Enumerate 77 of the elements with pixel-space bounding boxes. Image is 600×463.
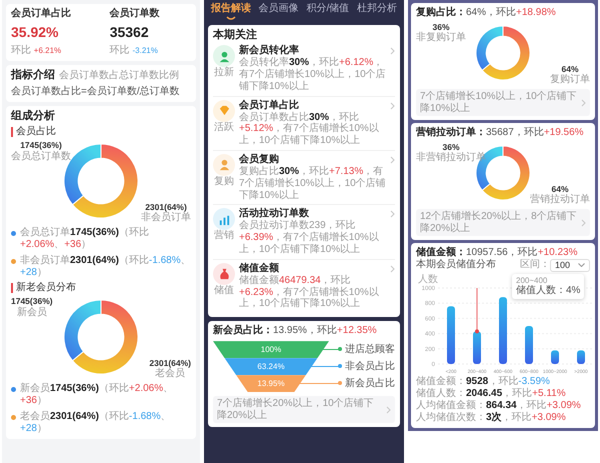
item-title: 新会员转化率 [239, 45, 300, 56]
item-description: 复购占比30%，环比+7.13%，有7个店铺增长10%以上，10个店铺下降10%以上 [239, 166, 386, 202]
item-title: 活动拉动订单数 [239, 208, 310, 220]
intro-title: 指标介绍 [11, 68, 55, 82]
metric-label: 会员订单占比 [11, 8, 72, 20]
tab-indicator [226, 16, 236, 20]
stat-line: 储值人数：2046.45，环比+5.11% [416, 388, 567, 400]
legend-text: 非会员订单2301(64%)（环比-1.68%、 +28） [20, 255, 191, 280]
chevron-icon [386, 406, 391, 414]
chart-label: 2301(64%) 非会员订单 [141, 202, 191, 224]
icon-label: 复购 [214, 176, 234, 188]
chart-label: 36% 非复购订单 [416, 23, 466, 44]
tab[interactable]: 杜邦分析 [356, 3, 397, 20]
stat-line: 人均储值次数：3次，环比+3.09% [416, 412, 567, 424]
funnel-stage: 100% [213, 341, 329, 358]
item-description: 会员订单数占比30%，环比 +5.12%，有7个店铺增长10%以上，10个店铺下降10%以上 [239, 112, 380, 147]
bar [525, 326, 533, 364]
icon-label: 储值 [214, 284, 234, 297]
metric-value: 35.92% [11, 24, 58, 41]
bar [577, 350, 585, 364]
tab[interactable]: 会员画像 [258, 3, 299, 20]
item-description: 储值金额46479.34，环比 +6.23%，有7个店铺增长10%以上，10个店铺下降10%以上 [239, 274, 380, 310]
chart-tooltip: 200~400 储值人数：4% [512, 274, 584, 300]
range-label: 区间： [520, 259, 550, 272]
section-title: 组成分析 [11, 110, 56, 124]
icon-label: 拉新 [214, 67, 234, 80]
icon-label: 营销 [214, 230, 234, 242]
chevron-icon [390, 264, 395, 273]
bar [551, 350, 559, 364]
chevron-icon [390, 102, 395, 110]
funnel-label: 新会员占比 [345, 378, 395, 390]
stat-line: 人均储值金额：864.34，环比+3.09% [416, 400, 582, 412]
intro-subtitle: 会员订单数占总订单数比例 [59, 70, 179, 82]
legend-text: 会员总订单1745(36%)（环比 +2.06%、+36） [20, 227, 150, 252]
legend-text: 新会员1745(36%)（环比+2.06%、 +36） [20, 383, 174, 408]
item-description: 会员转化率30%，环比+6.12%，有7个店铺增长10%以上，10个店铺下降10%以上 [239, 57, 386, 93]
item-description: 会员拉动订单数239，环比 +6.39%，有7个店铺增长10%以上，10个店铺下降10%以上 [239, 220, 380, 256]
metric-label: 会员订单数 [110, 8, 161, 20]
chart-label: 2301(64%) 老会员 [149, 358, 191, 380]
bar [473, 331, 481, 364]
item-title: 会员订单占比 [239, 100, 300, 112]
metric-value: 35362 [110, 24, 149, 41]
metric-change: 环比 -3.21% [110, 44, 158, 57]
caret-icon [578, 263, 585, 268]
card-title: 储值金额：10957.56，环比+10.23% [416, 247, 578, 258]
card-title: 复购占比：64%，环比+18.98% [416, 7, 557, 19]
funnel-label: 非会员占比 [345, 360, 395, 373]
chevron-icon [390, 156, 395, 164]
stat-line: 储值金额：9528，环比-3.59% [416, 376, 551, 388]
chevron-icon [390, 47, 395, 56]
card-title: 本期关注 [213, 29, 258, 42]
tab[interactable]: 积分/储值 [306, 3, 350, 20]
formula-text: 会员订单数占比=会员订单数/总订单数 [11, 86, 181, 98]
chevron-icon [581, 218, 586, 226]
axis-label: 人数 [418, 274, 438, 285]
subsection-title: 会员占比 [11, 127, 191, 138]
item-title: 储值金额 [239, 262, 280, 274]
chevron-icon [390, 210, 395, 218]
chevron-icon [581, 98, 586, 106]
card-title: 新会员占比：13.95%，环比+12.35% [213, 325, 378, 338]
chart-label: 64% 营销拉动订单 [530, 184, 590, 205]
chart-label: 1745(36%) 新会员 [11, 297, 53, 318]
chart-label: 64% 复购订单 [550, 64, 590, 85]
icon-label: 活跃 [214, 122, 234, 134]
legend-text: 老会员2301(64%)（环比-1.68%、 +28） [20, 411, 172, 436]
card-title: 营销拉动订单：35687，环比+19.56% [416, 127, 585, 139]
bar [499, 296, 507, 364]
chart-label: 1745(36%) 会员总订单数 [11, 141, 71, 162]
range-select[interactable]: 100 [550, 259, 590, 272]
funnel-label: 进店总顾客 [345, 344, 395, 356]
chart-subtitle: 本期会员储值分布 [416, 259, 496, 272]
item-title: 会员复购 [239, 154, 280, 166]
marker-line [475, 287, 479, 334]
subsection-title: 新老会员分布 [11, 283, 191, 294]
bar [447, 306, 455, 364]
tab[interactable]: 报告解读 [211, 3, 251, 20]
metric-change: 环比 +6.21% [11, 44, 62, 57]
